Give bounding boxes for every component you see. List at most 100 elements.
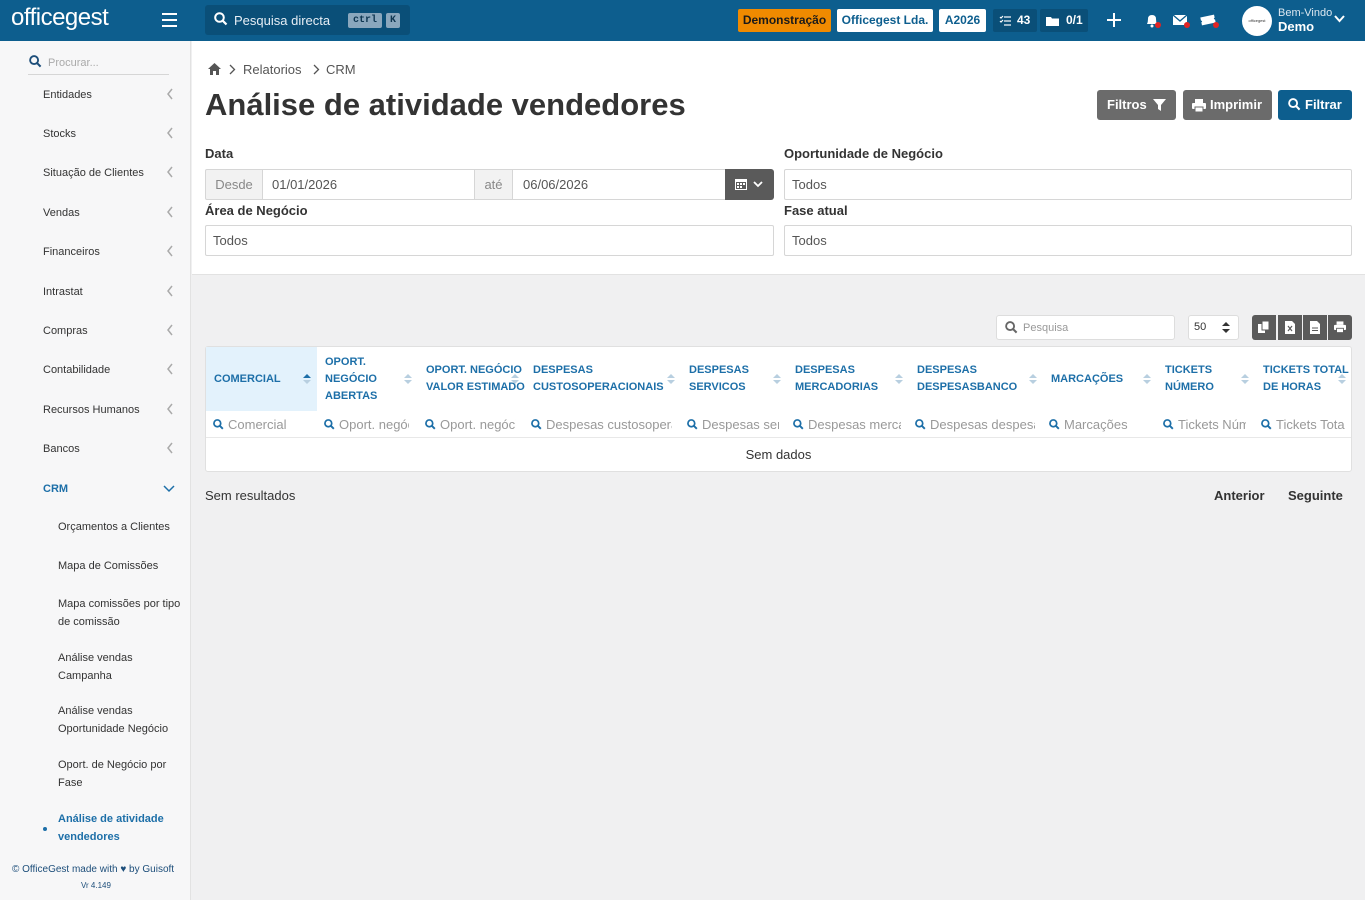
company-selector[interactable]: Officegest Lda. [837, 9, 933, 32]
tasks-counter[interactable]: 43 [993, 9, 1037, 32]
pagination-previous[interactable]: Anterior [1214, 488, 1265, 503]
sidebar-search[interactable]: Procurar... [28, 51, 169, 75]
menu-toggle-icon[interactable] [162, 13, 177, 27]
sort-icon [404, 374, 412, 384]
column-filter-despesas-banco[interactable]: Despesas despesasbanco [915, 417, 1035, 432]
pdf-export-button[interactable] [1303, 315, 1327, 340]
footer-credit: © OfficeGest made with ♥ by Guisoft [12, 864, 175, 875]
column-filter-tickets-numero[interactable]: Tickets Número [1163, 417, 1246, 432]
sidebar-subitem-orcamentos[interactable]: Orçamentos a Clientes [58, 519, 190, 537]
chevron-left-icon [167, 363, 173, 375]
data-table: COMERCIAL OPORT. NEGÓCIO ABERTAS OPORT. … [205, 346, 1352, 472]
search-icon [324, 419, 335, 430]
breadcrumb-crm[interactable]: CRM [326, 62, 356, 77]
chevron-down-icon [753, 181, 763, 188]
excel-export-button[interactable] [1278, 315, 1302, 340]
business-area-select[interactable]: Todos [205, 225, 774, 256]
date-to-addon: até [474, 169, 513, 200]
opportunity-label: Oportunidade de Negócio [784, 146, 943, 161]
column-filter-despesas-custos[interactable]: Despesas custosoperacionais [531, 417, 672, 432]
table-search-placeholder: Pesquisa [1023, 322, 1069, 334]
sidebar-item-contabilidade[interactable]: Contabilidade [43, 364, 110, 376]
column-header-marcacoes[interactable]: MARCAÇÕES [1043, 347, 1157, 411]
sidebar-item-vendas[interactable]: Vendas [43, 207, 80, 219]
sidebar-item-entidades[interactable]: Entidades [43, 89, 92, 101]
kbd-k: K [386, 13, 400, 28]
column-header-oport-valor[interactable]: OPORT. NEGÓCIO VALOR ESTIMADO [418, 347, 525, 411]
logo[interactable]: officegest [11, 4, 109, 32]
search-icon [1163, 419, 1174, 430]
username[interactable]: Demo [1278, 19, 1314, 34]
year-selector[interactable]: A2026 [939, 9, 986, 32]
print-button-label: Imprimir [1210, 97, 1263, 112]
phase-select[interactable]: Todos [784, 225, 1352, 256]
sidebar-subitem-analise-atividade[interactable]: Análise de atividade vendedores [58, 811, 183, 846]
date-to-input[interactable]: 06/06/2026 [512, 169, 726, 200]
sidebar-item-stocks[interactable]: Stocks [43, 128, 76, 140]
tasks-count: 43 [1017, 13, 1031, 27]
search-icon [915, 419, 926, 430]
sort-icon [511, 374, 519, 384]
column-filter-oport-abertas[interactable]: Oport. negócio abertas [324, 417, 409, 432]
column-filter-despesas-servicos[interactable]: Despesas servicos [687, 417, 779, 432]
search-icon [793, 419, 804, 430]
pagination-next[interactable]: Seguinte [1288, 488, 1343, 503]
column-header-despesas-custos[interactable]: DESPESAS CUSTOSOPERACIONAIS [525, 347, 681, 411]
sidebar-subitem-analise-campanha[interactable]: Análise vendas Campanha [58, 650, 158, 685]
column-header-despesas-banco[interactable]: DESPESAS DESPESASBANCO [909, 347, 1043, 411]
calendar-dropdown-button[interactable] [725, 169, 774, 200]
home-icon[interactable] [207, 62, 222, 76]
demo-badge[interactable]: Demonstração [738, 9, 831, 32]
avatar[interactable]: officegest [1242, 6, 1272, 36]
chevron-down-icon[interactable] [1334, 15, 1345, 23]
print-button[interactable]: Imprimir [1183, 90, 1272, 120]
chevron-left-icon [167, 245, 173, 257]
column-header-tickets-horas[interactable]: TICKETS TOTAL DE HORAS [1255, 347, 1351, 411]
column-header-comercial[interactable]: COMERCIAL [206, 347, 317, 411]
chevron-left-icon [167, 166, 173, 178]
filters-button[interactable]: Filtros [1097, 90, 1176, 120]
global-search[interactable]: Pesquisa directa ctrl K [205, 5, 410, 35]
column-filter-marcacoes[interactable]: Marcações [1049, 417, 1149, 432]
sort-icon [667, 374, 675, 384]
column-filter-despesas-mercadorias[interactable]: Despesas mercadorias [793, 417, 901, 432]
page-size-select[interactable]: 50 [1188, 315, 1239, 340]
business-area-label: Área de Negócio [205, 203, 308, 218]
chevron-left-icon [167, 324, 173, 336]
column-header-despesas-servicos[interactable]: DESPESAS SERVICOS [681, 347, 787, 411]
page-title: Análise de atividade vendedores [205, 87, 686, 122]
opportunity-select[interactable]: Todos [784, 169, 1352, 200]
sort-icon [1241, 374, 1249, 384]
table-search[interactable]: Pesquisa [996, 315, 1175, 340]
sidebar-subitem-mapa-comissoes-tipo[interactable]: Mapa comissões por tipo de comissão [58, 596, 190, 631]
column-header-despesas-mercadorias[interactable]: DESPESAS MERCADORIAS [787, 347, 909, 411]
sidebar-item-intrastat[interactable]: Intrastat [43, 286, 83, 298]
column-filter-tickets-horas[interactable]: Tickets Total de horas [1261, 417, 1345, 432]
filter-button-label: Filtrar [1305, 97, 1342, 112]
table-print-button[interactable] [1328, 315, 1352, 340]
plus-icon[interactable] [1105, 11, 1123, 29]
breadcrumb-relatorios[interactable]: Relatorios [243, 62, 302, 77]
sidebar-item-recursos-humanos[interactable]: Recursos Humanos [43, 404, 140, 416]
sidebar-subitem-mapa-comissoes[interactable]: Mapa de Comissões [58, 558, 190, 576]
sidebar-item-bancos[interactable]: Bancos [43, 443, 80, 455]
sidebar-subitem-analise-oportunidade[interactable]: Análise vendas Oportunidade Negócio [58, 703, 183, 738]
sidebar-item-financeiros[interactable]: Financeiros [43, 246, 100, 258]
column-filter-oport-valor[interactable]: Oport. negócio valor estimado [425, 417, 516, 432]
search-icon [1261, 419, 1272, 430]
docs-counter[interactable]: 0/1 [1040, 9, 1088, 32]
sidebar-item-compras[interactable]: Compras [43, 325, 88, 337]
copy-button[interactable] [1252, 315, 1276, 340]
filter-button[interactable]: Filtrar [1278, 90, 1352, 120]
column-header-oport-abertas[interactable]: OPORT. NEGÓCIO ABERTAS [317, 347, 418, 411]
date-from-input[interactable]: 01/01/2026 [262, 169, 475, 200]
sidebar-item-situacao-clientes[interactable]: Situação de Clientes [43, 167, 144, 179]
global-search-placeholder: Pesquisa directa [234, 13, 331, 28]
sort-icon [1143, 374, 1151, 384]
sidebar-item-crm[interactable]: CRM [43, 483, 68, 495]
chevron-left-icon [167, 127, 173, 139]
search-icon [687, 419, 698, 430]
sidebar-subitem-oport-fase[interactable]: Oport. de Negócio por Fase [58, 757, 183, 792]
sort-icon [773, 374, 781, 384]
column-filter-comercial[interactable]: Comercial [213, 417, 313, 432]
